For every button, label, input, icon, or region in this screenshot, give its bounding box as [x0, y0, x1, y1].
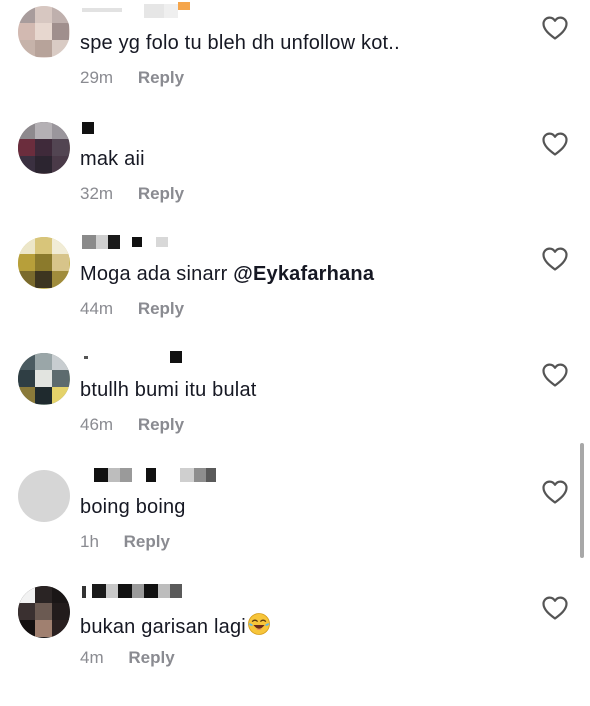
username-redacted[interactable] [80, 347, 340, 369]
reply-button[interactable]: Reply [124, 532, 170, 552]
comment-time: 32m [80, 184, 114, 203]
mention-link[interactable]: @Eykafarhana [233, 263, 374, 285]
comment-text: mak aii [80, 148, 145, 170]
reply-button[interactable]: Reply [138, 184, 184, 204]
avatar[interactable] [18, 237, 70, 289]
comment-text: Moga ada sinarr @Eykafarhana [80, 263, 375, 285]
comment-time: 46m [80, 415, 114, 434]
comment-meta: 1h Reply [80, 532, 170, 552]
reply-button[interactable]: Reply [128, 648, 174, 668]
comment-meta: 46m Reply [80, 415, 184, 435]
comment-list: spe yg folo tu bleh dh unfollow kot.. 29… [0, 0, 590, 677]
heart-outline-icon[interactable] [541, 479, 569, 505]
username-redacted[interactable] [80, 580, 340, 602]
comment-text: spe yg folo tu bleh dh unfollow kot.. [80, 32, 400, 54]
avatar[interactable] [18, 122, 70, 174]
avatar[interactable] [18, 470, 70, 522]
comment-meta: 32m Reply [80, 184, 184, 204]
comment-time: 1h [80, 532, 99, 551]
comment-item: spe yg folo tu bleh dh unfollow kot.. 29… [0, 2, 590, 126]
comment-item: bukan garisan lagi 4m Reply [0, 584, 590, 706]
comment-text: btullh bumi itu bulat [80, 379, 257, 401]
comment-item: btullh bumi itu bulat 46m Reply [0, 351, 590, 473]
comment-item: mak aii 32m Reply [0, 122, 590, 242]
username-redacted[interactable] [80, 116, 340, 138]
username-redacted[interactable] [80, 464, 340, 486]
face-with-tears-of-joy-icon [247, 612, 271, 642]
reply-button[interactable]: Reply [138, 415, 184, 435]
heart-outline-icon[interactable] [541, 246, 569, 272]
heart-outline-icon[interactable] [541, 362, 569, 388]
comment-time: 44m [80, 299, 114, 318]
comment-item: Moga ada sinarr @Eykafarhana 44m Reply [0, 235, 590, 357]
avatar[interactable] [18, 353, 70, 405]
comment-meta: 44m Reply [80, 299, 184, 319]
heart-outline-icon[interactable] [541, 131, 569, 157]
username-redacted[interactable] [80, 231, 340, 253]
reply-button[interactable]: Reply [138, 299, 184, 319]
reply-button[interactable]: Reply [138, 68, 184, 88]
comment-text: bukan garisan lagi [80, 612, 271, 642]
scrollbar[interactable] [580, 443, 584, 558]
heart-outline-icon[interactable] [541, 15, 569, 41]
avatar[interactable] [18, 586, 70, 638]
avatar[interactable] [18, 6, 70, 58]
comment-meta: 4m Reply [80, 648, 175, 668]
comment-time: 4m [80, 648, 104, 667]
comment-time: 29m [80, 68, 114, 87]
heart-outline-icon[interactable] [541, 595, 569, 621]
comment-item: boing boing 1h Reply [0, 468, 590, 590]
comment-meta: 29m Reply [80, 68, 184, 88]
comment-text: boing boing [80, 496, 186, 518]
username-redacted[interactable] [80, 0, 340, 22]
